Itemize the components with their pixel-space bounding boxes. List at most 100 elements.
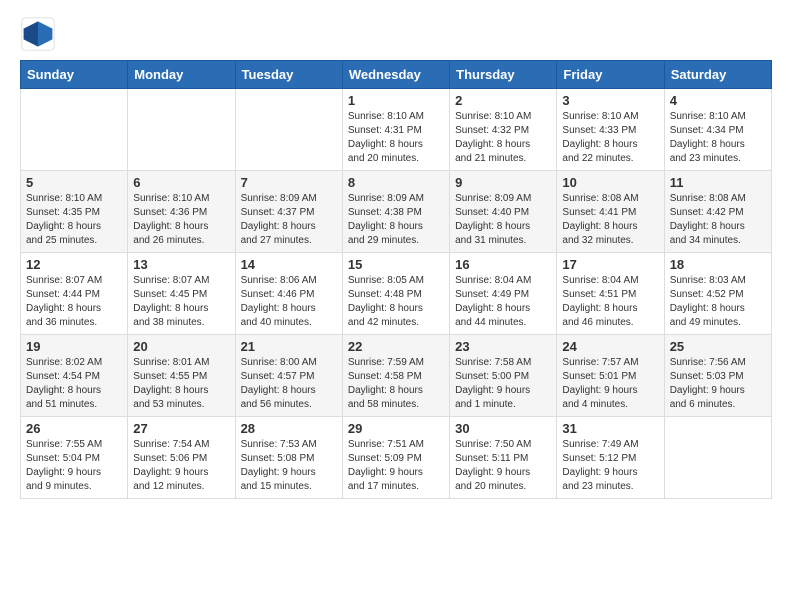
day-cell: 25 Sunrise: 7:56 AM Sunset: 5:03 PM Dayli… [664, 335, 771, 417]
day-cell: 29 Sunrise: 7:51 AM Sunset: 5:09 PM Dayli… [342, 417, 449, 499]
day-number: 2 [455, 93, 551, 108]
day-cell: 3 Sunrise: 8:10 AM Sunset: 4:33 PM Daylig… [557, 89, 664, 171]
day-cell: 28 Sunrise: 7:53 AM Sunset: 5:08 PM Dayli… [235, 417, 342, 499]
day-number: 21 [241, 339, 337, 354]
calendar-table: SundayMondayTuesdayWednesdayThursdayFrid… [20, 60, 772, 499]
day-number: 13 [133, 257, 229, 272]
day-info: Sunrise: 8:01 AM Sunset: 4:55 PM Dayligh… [133, 356, 229, 412]
day-info: Sunrise: 8:10 AM Sunset: 4:35 PM Dayligh… [26, 192, 122, 248]
day-cell: 13Sunrise: 8:07 AM Sunset: 4:45 PM Dayli… [128, 253, 235, 335]
day-cell: 11Sunrise: 8:08 AM Sunset: 4:42 PM Dayli… [664, 171, 771, 253]
day-cell: 14 Sunrise: 8:06 AM Sunset: 4:46 PM Dayli… [235, 253, 342, 335]
day-number: 20 [133, 339, 229, 354]
day-cell: 26Sunrise: 7:55 AM Sunset: 5:04 PM Dayli… [21, 417, 128, 499]
page: SundayMondayTuesdayWednesdayThursdayFrid… [0, 0, 792, 515]
day-info: Sunrise: 8:10 AM Sunset: 4:33 PM Dayligh… [562, 110, 658, 166]
day-cell: 16Sunrise: 8:04 AM Sunset: 4:49 PM Dayli… [450, 253, 557, 335]
header [20, 16, 772, 52]
day-number: 15 [348, 257, 444, 272]
day-cell [21, 89, 128, 171]
day-info: Sunrise: 8:10 AM Sunset: 4:31 PM Dayligh… [348, 110, 444, 166]
day-info: Sunrise: 8:02 AM Sunset: 4:54 PM Dayligh… [26, 356, 122, 412]
day-cell: 21 Sunrise: 8:00 AM Sunset: 4:57 PM Dayli… [235, 335, 342, 417]
weekday-header-friday: Friday [557, 61, 664, 89]
day-number: 31 [562, 421, 658, 436]
day-cell: 23 Sunrise: 7:58 AM Sunset: 5:00 PM Dayli… [450, 335, 557, 417]
day-cell: 31 Sunrise: 7:49 AM Sunset: 5:12 PM Dayli… [557, 417, 664, 499]
day-number: 26 [26, 421, 122, 436]
week-row-3: 12 Sunrise: 8:07 AM Sunset: 4:44 PM Dayli… [21, 253, 772, 335]
day-cell: 5 Sunrise: 8:10 AM Sunset: 4:35 PM Daylig… [21, 171, 128, 253]
day-cell: 30Sunrise: 7:50 AM Sunset: 5:11 PM Dayli… [450, 417, 557, 499]
day-cell: 20 Sunrise: 8:01 AM Sunset: 4:55 PM Dayli… [128, 335, 235, 417]
day-info: Sunrise: 8:04 AM Sunset: 4:49 PM Dayligh… [455, 274, 551, 330]
day-number: 5 [26, 175, 122, 190]
day-info: Sunrise: 8:10 AM Sunset: 4:36 PM Dayligh… [133, 192, 229, 248]
weekday-header-saturday: Saturday [664, 61, 771, 89]
day-info: Sunrise: 7:54 AM Sunset: 5:06 PM Dayligh… [133, 438, 229, 494]
day-cell: 18 Sunrise: 8:03 AM Sunset: 4:52 PM Dayli… [664, 253, 771, 335]
day-info: Sunrise: 8:04 AM Sunset: 4:51 PM Dayligh… [562, 274, 658, 330]
day-number: 12 [26, 257, 122, 272]
day-number: 6 [133, 175, 229, 190]
day-number: 14 [241, 257, 337, 272]
day-cell: 7 Sunrise: 8:09 AM Sunset: 4:37 PM Daylig… [235, 171, 342, 253]
day-info: Sunrise: 8:00 AM Sunset: 4:57 PM Dayligh… [241, 356, 337, 412]
day-cell: 8 Sunrise: 8:09 AM Sunset: 4:38 PM Daylig… [342, 171, 449, 253]
day-cell: 27Sunrise: 7:54 AM Sunset: 5:06 PM Dayli… [128, 417, 235, 499]
day-cell: 1 Sunrise: 8:10 AM Sunset: 4:31 PM Daylig… [342, 89, 449, 171]
day-number: 7 [241, 175, 337, 190]
weekday-header-sunday: Sunday [21, 61, 128, 89]
week-row-2: 5 Sunrise: 8:10 AM Sunset: 4:35 PM Daylig… [21, 171, 772, 253]
day-info: Sunrise: 8:07 AM Sunset: 4:44 PM Dayligh… [26, 274, 122, 330]
day-info: Sunrise: 8:08 AM Sunset: 4:42 PM Dayligh… [670, 192, 766, 248]
logo-icon [20, 16, 56, 52]
day-info: Sunrise: 7:56 AM Sunset: 5:03 PM Dayligh… [670, 356, 766, 412]
day-info: Sunrise: 7:58 AM Sunset: 5:00 PM Dayligh… [455, 356, 551, 412]
week-row-4: 19 Sunrise: 8:02 AM Sunset: 4:54 PM Dayli… [21, 335, 772, 417]
day-number: 9 [455, 175, 551, 190]
week-row-1: 1 Sunrise: 8:10 AM Sunset: 4:31 PM Daylig… [21, 89, 772, 171]
day-cell: 15 Sunrise: 8:05 AM Sunset: 4:48 PM Dayli… [342, 253, 449, 335]
day-info: Sunrise: 8:09 AM Sunset: 4:38 PM Dayligh… [348, 192, 444, 248]
day-cell [235, 89, 342, 171]
day-number: 4 [670, 93, 766, 108]
day-info: Sunrise: 7:59 AM Sunset: 4:58 PM Dayligh… [348, 356, 444, 412]
day-info: Sunrise: 8:03 AM Sunset: 4:52 PM Dayligh… [670, 274, 766, 330]
day-cell: 24Sunrise: 7:57 AM Sunset: 5:01 PM Dayli… [557, 335, 664, 417]
day-info: Sunrise: 7:51 AM Sunset: 5:09 PM Dayligh… [348, 438, 444, 494]
day-info: Sunrise: 8:05 AM Sunset: 4:48 PM Dayligh… [348, 274, 444, 330]
weekday-header-thursday: Thursday [450, 61, 557, 89]
week-row-5: 26Sunrise: 7:55 AM Sunset: 5:04 PM Dayli… [21, 417, 772, 499]
day-number: 18 [670, 257, 766, 272]
day-number: 10 [562, 175, 658, 190]
day-number: 23 [455, 339, 551, 354]
day-info: Sunrise: 7:57 AM Sunset: 5:01 PM Dayligh… [562, 356, 658, 412]
logo [20, 16, 60, 52]
day-number: 25 [670, 339, 766, 354]
day-number: 17 [562, 257, 658, 272]
day-number: 8 [348, 175, 444, 190]
day-info: Sunrise: 8:06 AM Sunset: 4:46 PM Dayligh… [241, 274, 337, 330]
day-number: 22 [348, 339, 444, 354]
day-number: 29 [348, 421, 444, 436]
weekday-header-tuesday: Tuesday [235, 61, 342, 89]
day-number: 19 [26, 339, 122, 354]
day-info: Sunrise: 8:08 AM Sunset: 4:41 PM Dayligh… [562, 192, 658, 248]
day-info: Sunrise: 8:10 AM Sunset: 4:32 PM Dayligh… [455, 110, 551, 166]
day-cell: 19 Sunrise: 8:02 AM Sunset: 4:54 PM Dayli… [21, 335, 128, 417]
day-info: Sunrise: 7:50 AM Sunset: 5:11 PM Dayligh… [455, 438, 551, 494]
day-cell [664, 417, 771, 499]
day-cell: 12 Sunrise: 8:07 AM Sunset: 4:44 PM Dayli… [21, 253, 128, 335]
day-info: Sunrise: 7:53 AM Sunset: 5:08 PM Dayligh… [241, 438, 337, 494]
day-number: 3 [562, 93, 658, 108]
day-info: Sunrise: 7:49 AM Sunset: 5:12 PM Dayligh… [562, 438, 658, 494]
weekday-header-row: SundayMondayTuesdayWednesdayThursdayFrid… [21, 61, 772, 89]
day-number: 28 [241, 421, 337, 436]
day-info: Sunrise: 8:09 AM Sunset: 4:37 PM Dayligh… [241, 192, 337, 248]
day-cell: 4Sunrise: 8:10 AM Sunset: 4:34 PM Daylig… [664, 89, 771, 171]
day-cell: 22 Sunrise: 7:59 AM Sunset: 4:58 PM Dayli… [342, 335, 449, 417]
weekday-header-monday: Monday [128, 61, 235, 89]
day-number: 1 [348, 93, 444, 108]
day-cell: 2 Sunrise: 8:10 AM Sunset: 4:32 PM Daylig… [450, 89, 557, 171]
